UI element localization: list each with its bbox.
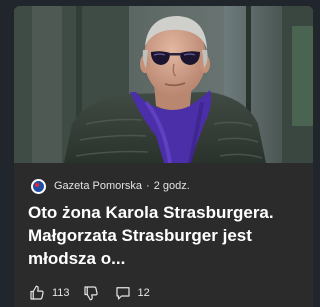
- dislike-button[interactable]: [82, 284, 100, 302]
- thumbs-down-icon: [83, 286, 98, 301]
- gazeta-pomorska-logo-icon[interactable]: [31, 178, 46, 194]
- article-headline[interactable]: Oto żona Karola Strasburgera. Małgorzata…: [28, 201, 308, 270]
- source-name[interactable]: Gazeta Pomorska: [54, 179, 142, 193]
- comment-icon: [115, 287, 130, 300]
- article-meta: Gazeta Pomorska · 2 godz.: [31, 177, 190, 195]
- like-button[interactable]: 113: [28, 284, 70, 302]
- thumbs-up-icon: [30, 285, 44, 300]
- publish-time: 2 godz.: [153, 180, 190, 192]
- reaction-bar: 113 12: [28, 282, 150, 304]
- comment-count: 12: [137, 287, 150, 299]
- article-thumbnail[interactable]: [14, 6, 313, 163]
- meta-separator: ·: [146, 180, 150, 192]
- article-photo: [14, 6, 313, 163]
- comment-button[interactable]: 12: [114, 284, 150, 302]
- like-count: 113: [52, 287, 70, 299]
- news-card[interactable]: Gazeta Pomorska · 2 godz. Oto żona Karol…: [14, 6, 313, 307]
